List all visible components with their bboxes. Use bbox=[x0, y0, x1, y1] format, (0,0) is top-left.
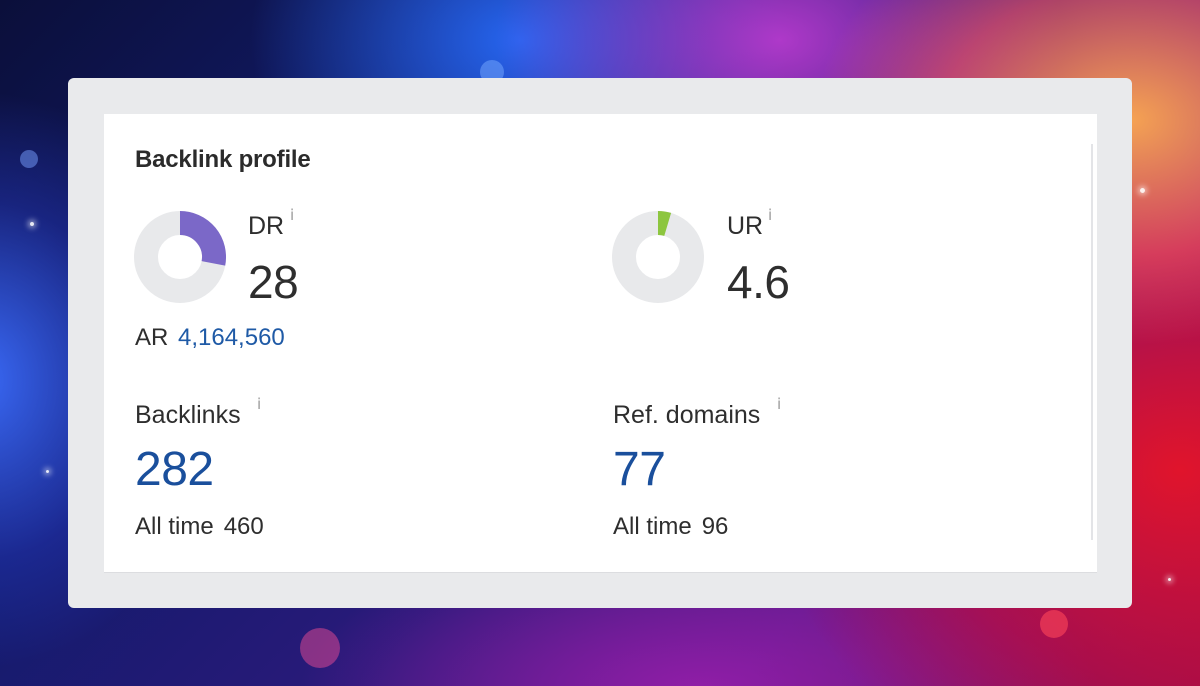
ar-value-link[interactable]: 4,164,560 bbox=[178, 324, 285, 352]
backlinks-alltime-label: All time bbox=[135, 513, 214, 540]
ur-ring-fill bbox=[657, 211, 672, 237]
bokeh bbox=[1040, 610, 1068, 638]
backlinks-info-icon[interactable]: i bbox=[257, 395, 261, 413]
ref-domains-alltime-value: 96 bbox=[701, 513, 729, 540]
dr-value: 28 bbox=[248, 256, 299, 308]
ur-label: UR bbox=[727, 212, 764, 240]
ur-donut-chart bbox=[612, 211, 704, 303]
bokeh bbox=[300, 628, 340, 668]
ref-domains-value-link[interactable]: 77 bbox=[613, 442, 666, 497]
backlinks-alltime: All time 460 bbox=[135, 513, 264, 541]
sparkle bbox=[1140, 188, 1145, 193]
backlinks-alltime-value: 460 bbox=[223, 513, 264, 540]
backlinks-value-link[interactable]: 282 bbox=[135, 442, 214, 497]
backlinks-label: Backlinks bbox=[135, 401, 241, 429]
ref-domains-label: Ref. domains bbox=[613, 401, 761, 429]
ref-domains-alltime: All time 96 bbox=[613, 513, 728, 541]
dr-ring-fill bbox=[179, 211, 226, 266]
sparkle bbox=[46, 470, 49, 473]
ref-domains-info-icon[interactable]: i bbox=[777, 395, 781, 413]
dr-label: DR bbox=[248, 212, 285, 240]
dr-info-icon[interactable]: i bbox=[290, 206, 294, 224]
ur-info-icon[interactable]: i bbox=[768, 206, 772, 224]
ref-domains-alltime-label: All time bbox=[613, 513, 692, 540]
ar-label: AR bbox=[135, 324, 169, 351]
card-title: Backlink profile bbox=[135, 146, 311, 173]
scrollbar-track[interactable] bbox=[1091, 144, 1093, 540]
dr-donut-chart bbox=[134, 211, 226, 303]
ur-value: 4.6 bbox=[727, 256, 790, 308]
sparkle bbox=[1168, 578, 1171, 581]
bokeh bbox=[20, 150, 38, 168]
sparkle bbox=[30, 222, 34, 226]
